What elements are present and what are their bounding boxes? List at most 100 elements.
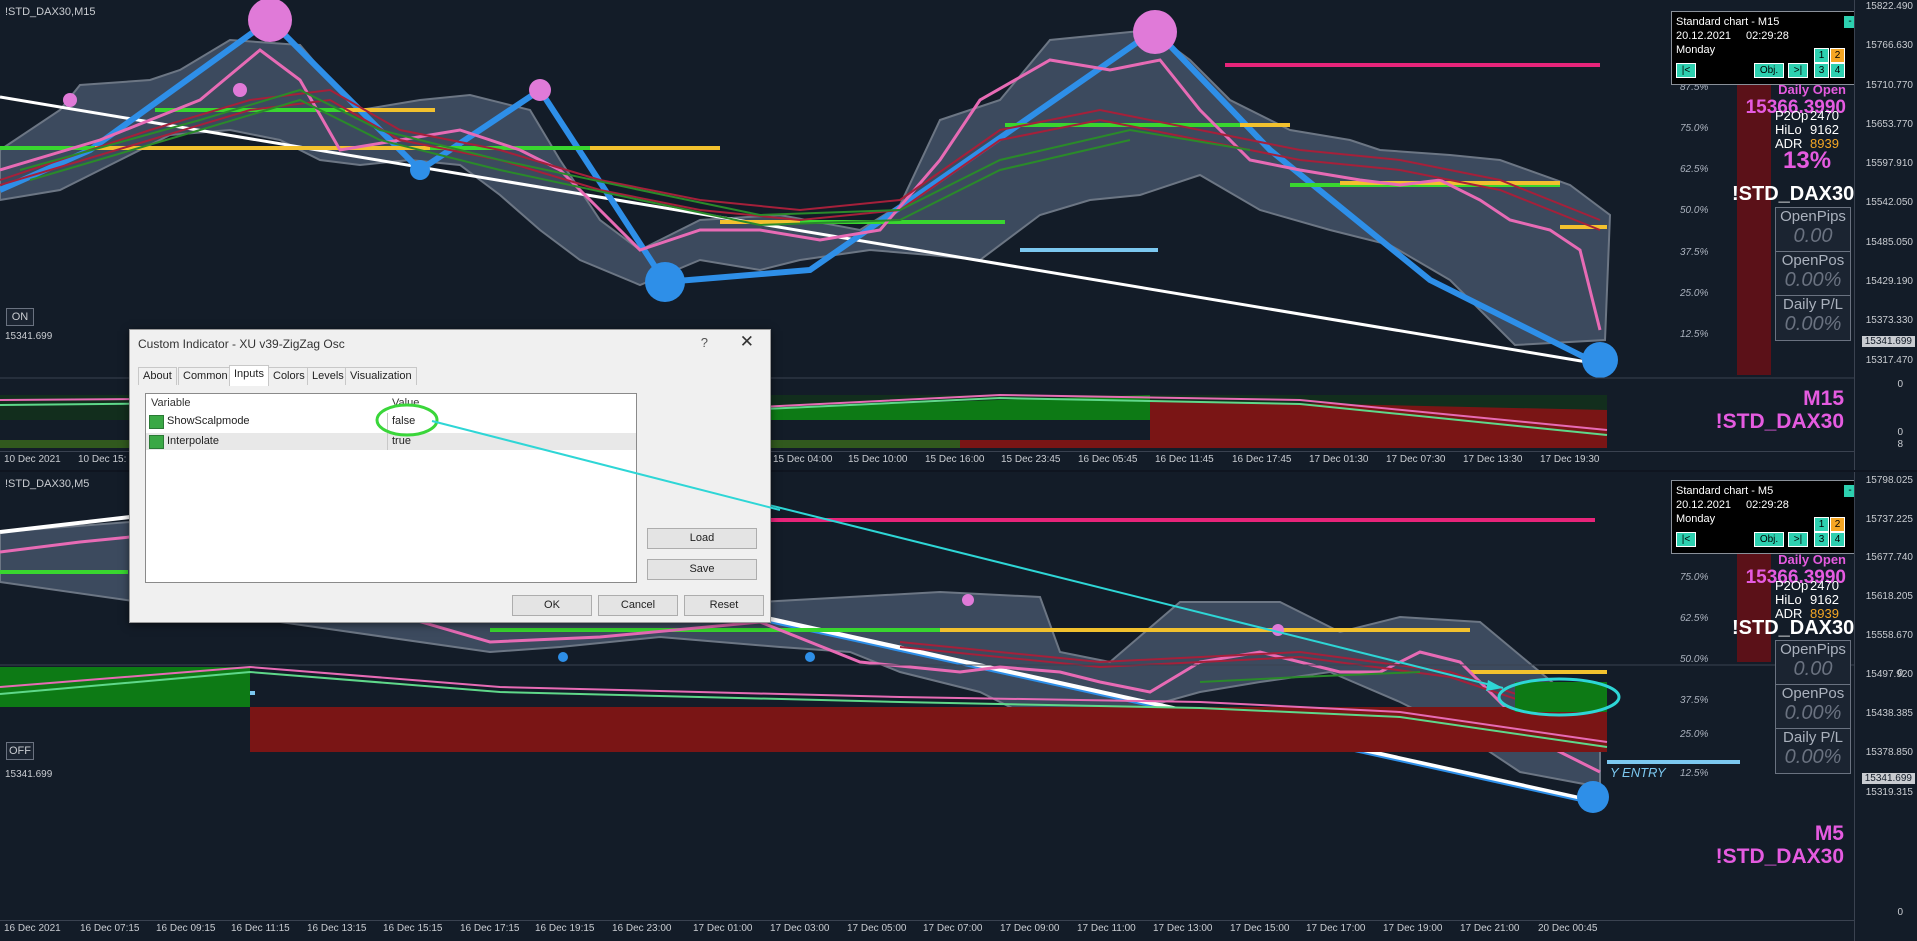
- slot-4-button[interactable]: 4: [1830, 532, 1845, 547]
- price-axis[interactable]: 15822.490 15766.630 15710.770 15653.770 …: [1854, 0, 1917, 470]
- timeframe-symbol: !STD_DAX30: [1715, 845, 1844, 868]
- price-tick: 15485.050: [1865, 237, 1913, 248]
- open-pos-box: OpenPos 0.00%: [1775, 684, 1851, 730]
- chart-info-box: Standard chart - M5 - 20.12.2021 02:29:2…: [1671, 480, 1861, 554]
- time-tick: 15 Dec 04:00: [773, 454, 833, 465]
- pct-level: 12.5%: [1680, 329, 1709, 340]
- range-percent: 13%: [1783, 147, 1832, 174]
- time-tick: 16 Dec 13:15: [307, 923, 367, 934]
- objects-button[interactable]: Obj.: [1754, 63, 1784, 78]
- price-tick: 15618.205: [1865, 591, 1913, 602]
- pct-level: 25.0%: [1680, 288, 1709, 299]
- symbol-title: !STD_DAX30: [1732, 617, 1855, 639]
- price-tick: 15542.050: [1865, 197, 1913, 208]
- time-tick: 17 Dec 09:00: [1000, 923, 1060, 934]
- time-tick: 17 Dec 13:00: [1153, 923, 1213, 934]
- open-pos-value: 0.00%: [1784, 269, 1842, 291]
- price-tick: 15558.670: [1865, 630, 1913, 641]
- open-pos-label: OpenPos: [1781, 685, 1845, 702]
- help-button[interactable]: ?: [701, 335, 708, 350]
- time-tick: 15 Dec 10:00: [848, 454, 908, 465]
- tab-common[interactable]: Common: [178, 367, 233, 385]
- slot-3-button[interactable]: 3: [1814, 532, 1829, 547]
- slot-2-button[interactable]: 2: [1830, 48, 1845, 63]
- tab-visualization[interactable]: Visualization: [345, 367, 417, 385]
- pct-level: 75.0%: [1680, 572, 1709, 583]
- input-name: Interpolate: [167, 435, 219, 447]
- slot-2-button[interactable]: 2: [1830, 517, 1845, 532]
- open-pips-box: OpenPips 0.00: [1775, 207, 1851, 253]
- pct-level: 37.5%: [1680, 695, 1709, 706]
- pct-level: 12.5%: [1680, 768, 1709, 779]
- mode-toggle[interactable]: OFF: [6, 742, 34, 760]
- load-button[interactable]: Load: [647, 528, 757, 549]
- first-bar-button[interactable]: |<: [1676, 63, 1696, 78]
- price-tick: 15822.490: [1865, 1, 1913, 12]
- time-axis[interactable]: 16 Dec 2021 16 Dec 07:15 16 Dec 09:15 16…: [0, 920, 1855, 937]
- tab-levels[interactable]: Levels: [307, 367, 349, 385]
- slot-1-button[interactable]: 1: [1814, 48, 1829, 63]
- time-tick: 17 Dec 19:00: [1383, 923, 1443, 934]
- last-bar-button[interactable]: >|: [1788, 63, 1808, 78]
- price-tick: 15710.770: [1865, 80, 1913, 91]
- last-bar-button[interactable]: >|: [1788, 532, 1808, 547]
- osc-tick: 8: [1897, 439, 1903, 450]
- price-axis[interactable]: 15798.025 15737.225 15677.740 15618.205 …: [1854, 472, 1917, 941]
- chart-symbol-label: !STD_DAX30,M5: [5, 478, 90, 490]
- timeframe-label: M15 !STD_DAX30: [1690, 387, 1844, 433]
- osc-tick: 0: [1897, 427, 1903, 438]
- hilo-label: HiLo: [1775, 122, 1802, 137]
- pct-level: 62.5%: [1680, 613, 1709, 624]
- time-tick: 17 Dec 19:30: [1540, 454, 1600, 465]
- info-title: Standard chart - M5: [1676, 485, 1774, 497]
- timeframe-name: M5: [1814, 822, 1844, 845]
- dialog-close-button[interactable]: ✕: [740, 332, 754, 352]
- price-tick: 15438.385: [1865, 708, 1913, 719]
- time-tick: 16 Dec 09:15: [156, 923, 216, 934]
- time-tick: 17 Dec 15:00: [1230, 923, 1290, 934]
- daily-pl-label: Daily P/L: [1782, 296, 1844, 313]
- price-tick: 15378.850: [1865, 747, 1913, 758]
- price-tick: 15597.910: [1865, 158, 1913, 169]
- tab-about[interactable]: About: [138, 367, 177, 385]
- reset-button[interactable]: Reset: [684, 595, 764, 616]
- timeframe-name: M15: [1803, 387, 1844, 410]
- price-tick: 15373.330: [1865, 315, 1913, 326]
- objects-button[interactable]: Obj.: [1754, 532, 1784, 547]
- pct-level: 37.5%: [1680, 247, 1709, 258]
- time-tick: 17 Dec 03:00: [770, 923, 830, 934]
- price-tick: 15677.740: [1865, 552, 1913, 563]
- slot-3-button[interactable]: 3: [1814, 63, 1829, 78]
- current-price-tag: 15341.699: [1861, 336, 1915, 347]
- p2op-label: P2Op: [1775, 578, 1809, 593]
- time-tick: 16 Dec 07:15: [80, 923, 140, 934]
- slot-4-button[interactable]: 4: [1830, 63, 1845, 78]
- chart-info-box: Standard chart - M15 - 20.12.2021 02:29:…: [1671, 11, 1861, 85]
- custom-indicator-dialog: Custom Indicator - XU v39-ZigZag Osc ? ✕…: [129, 329, 771, 623]
- daily-pl-label: Daily P/L: [1782, 729, 1844, 746]
- open-pips-value: 0.00: [1793, 658, 1833, 680]
- timeframe-label: M5 !STD_DAX30: [1690, 822, 1844, 868]
- slot-1-button[interactable]: 1: [1814, 517, 1829, 532]
- ok-button[interactable]: OK: [512, 595, 592, 616]
- p2op-value: 2470: [1810, 108, 1839, 123]
- time-tick: 16 Dec 15:15: [383, 923, 443, 934]
- channel-band: [0, 28, 1612, 347]
- mode-toggle[interactable]: ON: [6, 308, 34, 326]
- hilo-value: 9162: [1810, 592, 1839, 607]
- time-tick: 16 Dec 17:15: [460, 923, 520, 934]
- save-button[interactable]: Save: [647, 559, 757, 580]
- open-pos-value: 0.00%: [1784, 702, 1842, 724]
- first-bar-button[interactable]: |<: [1676, 532, 1696, 547]
- entry-label: Y ENTRY: [1610, 765, 1666, 780]
- inputs-grid: Variable Value ShowScalpmode false Inter…: [145, 393, 637, 583]
- cancel-button[interactable]: Cancel: [598, 595, 678, 616]
- dialog-title: Custom Indicator - XU v39-ZigZag Osc: [138, 337, 345, 351]
- p2op-value: 2470: [1810, 578, 1839, 593]
- time-tick: 17 Dec 07:30: [1386, 454, 1446, 465]
- tab-colors[interactable]: Colors: [268, 367, 310, 385]
- parameter-icon: [149, 435, 164, 449]
- time-tick: 17 Dec 07:00: [923, 923, 983, 934]
- time-tick: 15 Dec 16:00: [925, 454, 985, 465]
- tab-inputs[interactable]: Inputs: [229, 365, 269, 386]
